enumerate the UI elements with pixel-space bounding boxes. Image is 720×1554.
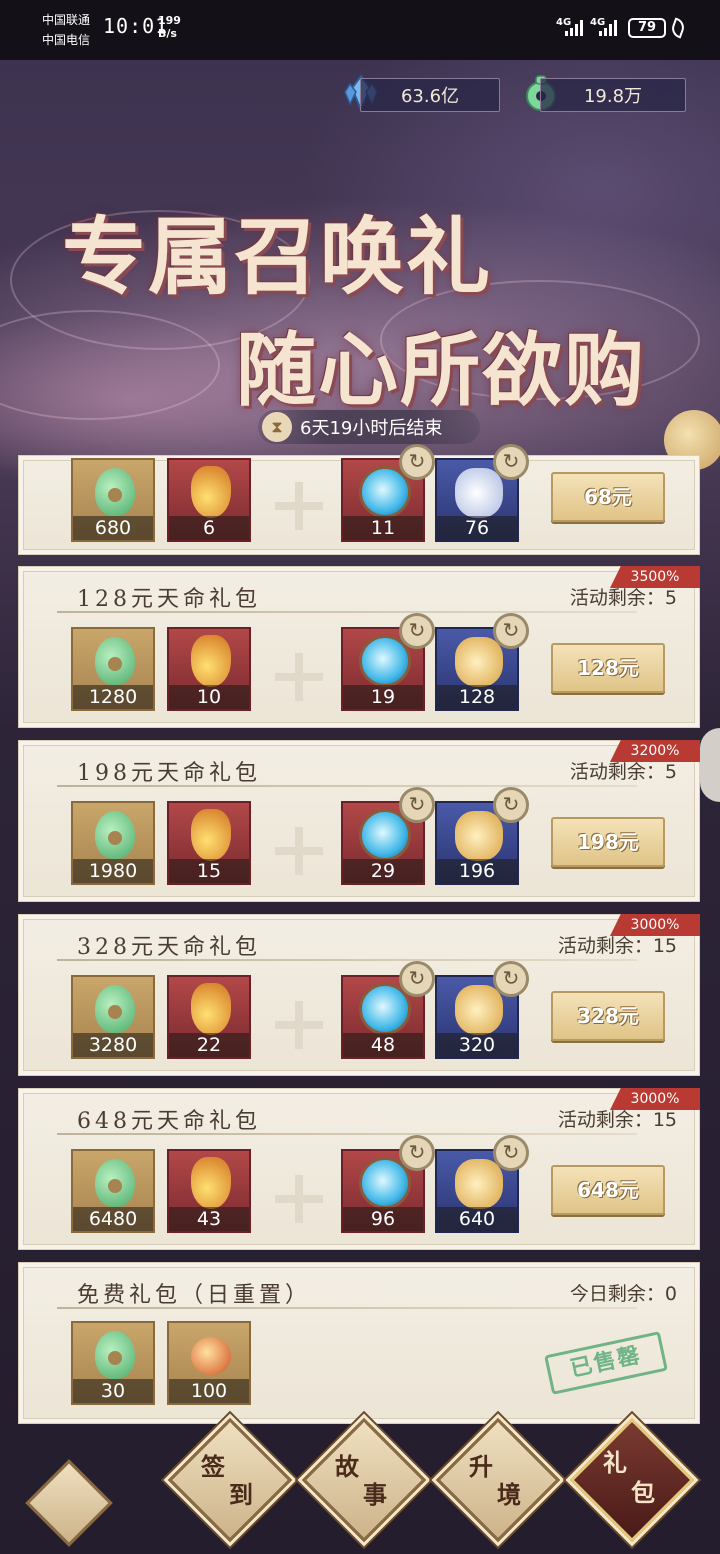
leaf-icon [669,17,687,39]
jade-item[interactable]: 680 [71,458,155,542]
gift-pack-card: 3000% 328元天命礼包 活动剩余：15 3280 22 48 ↻ 320 … [18,914,700,1076]
plus-icon [275,482,323,530]
gourd-item[interactable]: 22 [167,975,251,1059]
nav-ascend-label-2: 境 [497,1480,521,1509]
buy-button[interactable]: 198元 [551,817,665,867]
gourd-item[interactable]: 43 [167,1149,251,1233]
loop-badge-icon: ↻ [493,613,529,649]
banner-title-line1: 专属召唤礼 [62,207,493,306]
divider [57,959,637,961]
pack-remaining: 活动剩余：15 [557,1109,677,1131]
plus-icon [275,1175,323,1223]
jade-icon [95,637,135,685]
network-speed: 199 B/s [158,14,181,40]
buy-button[interactable]: 648元 [551,1165,665,1215]
pack-title: 免费礼包（日重置） [77,1283,312,1308]
loop-badge-icon: ↻ [493,444,529,480]
divider [57,1307,637,1309]
pack-title: 128元天命礼包 [77,587,261,612]
gourd-icon [191,809,231,861]
coin-item[interactable]: 100 [167,1321,251,1405]
jade-icon [95,1159,135,1207]
loop-badge-icon: ↻ [399,787,435,823]
gift-pack-card: 3200% 198元天命礼包 活动剩余：5 1980 15 29 ↻ 196 ↻… [18,740,700,902]
plus-icon [275,653,323,701]
plus-icon [275,1001,323,1049]
bag-icon [455,985,503,1035]
bag-icon [455,811,503,861]
free-pack-card: 免费礼包（日重置） 今日剩余：0 30 100 已售罄 [18,1262,700,1424]
plus-icon [275,827,323,875]
loop-badge-icon: ↻ [493,1135,529,1171]
carrier-2: 中国电信 [42,33,91,47]
loop-badge-icon: ↻ [399,444,435,480]
gift-pack-card: 3500% 128元天命礼包 活动剩余：5 1280 10 19 ↻ 128 ↻… [18,566,700,728]
buy-button[interactable]: 328元 [551,991,665,1041]
gourd-item[interactable]: 15 [167,801,251,885]
gourd-item[interactable]: 10 [167,627,251,711]
banner-title-line2: 随心所欲购 [236,323,646,417]
pack-remaining: 今日剩余：0 [569,1283,677,1305]
bag-icon [455,1159,503,1209]
nav-gift-label-2: 包 [631,1478,655,1507]
loop-badge-icon: ↻ [399,961,435,997]
gourd-icon [191,466,231,518]
pack-remaining: 活动剩余：5 [569,761,677,783]
jade-item[interactable]: 30 [71,1321,155,1405]
divider [57,785,637,787]
gift-pack-card: 3000% 648元天命礼包 活动剩余：15 6480 43 96 ↻ 640 … [18,1088,700,1250]
carrier-info: 中国联通 中国电信 [42,10,90,50]
gourd-item[interactable]: 6 [167,458,251,542]
signal-icon [565,20,583,36]
battery-icon: 79 [628,18,666,38]
side-drawer-handle[interactable] [700,728,720,802]
nav-checkin-label-1: 签 [201,1452,225,1481]
bag-icon [455,637,503,687]
jade-balance[interactable]: 19.8万 [540,78,686,112]
jade-item[interactable]: 1980 [71,801,155,885]
signal-icon [599,20,617,36]
crystal-balance[interactable]: 63.6亿 [360,78,500,112]
pack-title: 328元天命礼包 [77,935,261,960]
loop-badge-icon: ↻ [399,1135,435,1171]
nav-story-label-2: 事 [363,1480,387,1509]
pack-title: 198元天命礼包 [77,761,261,786]
gourd-icon [191,983,231,1035]
nav-gift-label-1: 礼 [603,1448,627,1477]
pack-remaining: 活动剩余：15 [557,935,677,957]
hourglass-icon: ⧗ [262,412,292,442]
jade-icon [95,811,135,859]
gourd-icon [191,635,231,687]
loop-badge-icon: ↻ [493,961,529,997]
jade-icon [95,985,135,1033]
divider [57,1133,637,1135]
carrier-1: 中国联通 [42,13,91,27]
pack-title: 648元天命礼包 [77,1109,261,1134]
buy-button[interactable]: 68元 [551,472,665,522]
jade-icon [95,1331,135,1379]
pack-remaining: 活动剩余：5 [569,587,677,609]
nav-ascend-label-1: 升 [469,1452,493,1481]
timer-text: 6天19小时后结束 [300,418,443,439]
divider [57,611,637,613]
jade-icon [95,468,135,516]
jade-item[interactable]: 1280 [71,627,155,711]
bag-icon [455,468,503,518]
loop-badge-icon: ↻ [399,613,435,649]
gourd-icon [191,1157,231,1209]
jade-item[interactable]: 6480 [71,1149,155,1233]
jade-item[interactable]: 3280 [71,975,155,1059]
loop-badge-icon: ↻ [493,787,529,823]
gift-pack-card: 680 6 11 ↻ 76 ↻ 68元 [18,444,700,555]
nav-story-label-1: 故 [335,1452,359,1481]
coin-icon [191,1337,231,1375]
sold-out-stamp: 已售罄 [544,1331,668,1395]
event-timer: ⧗ 6天19小时后结束 [258,410,480,444]
buy-button[interactable]: 128元 [551,643,665,693]
status-bar: 中国联通 中国电信 10:01 199 B/s 4G 4G 79 [0,0,720,60]
nav-checkin-label-2: 到 [229,1480,253,1509]
